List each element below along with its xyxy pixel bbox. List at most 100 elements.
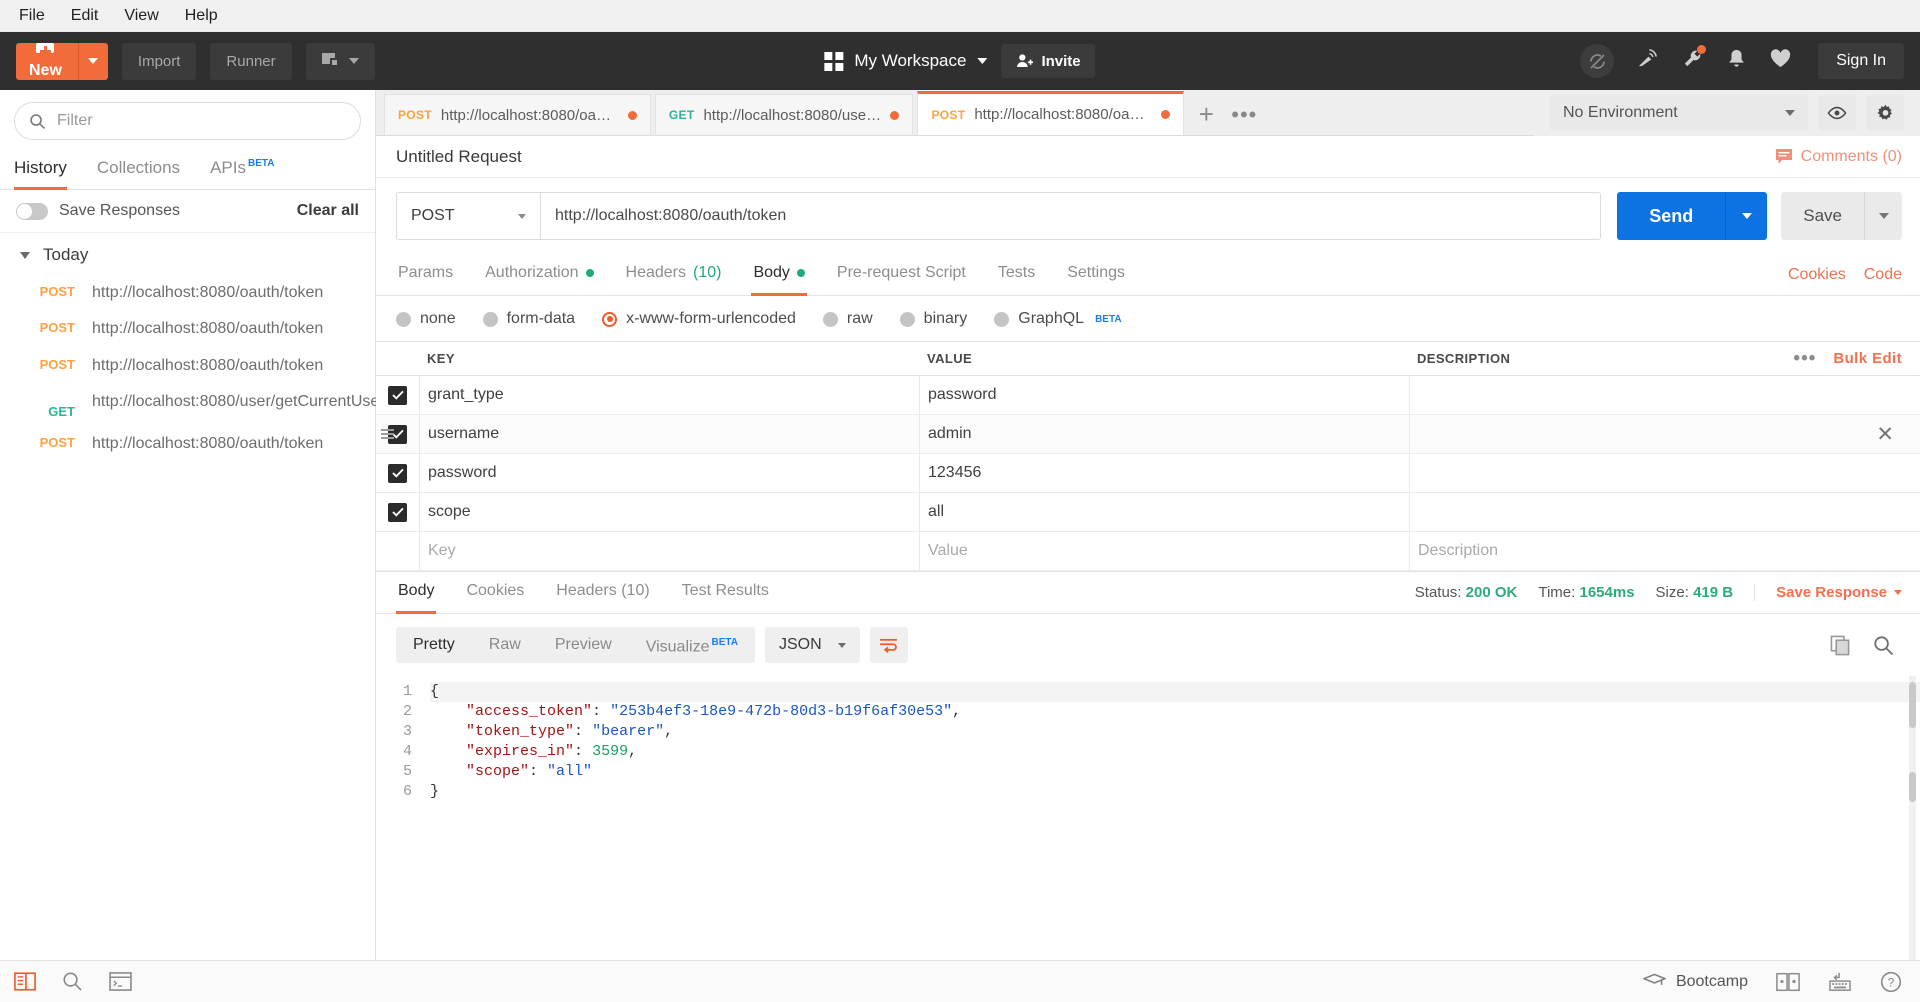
view-mode-preview[interactable]: Preview [538,627,629,663]
new-button[interactable]: New [16,42,108,80]
environment-quick-look-button[interactable] [1818,95,1856,131]
url-input[interactable] [540,192,1602,240]
console-icon[interactable] [109,972,132,991]
menu-edit[interactable]: Edit [60,4,110,28]
settings-gear-button[interactable] [1866,95,1904,131]
filter-input[interactable] [57,112,346,130]
tab-params[interactable]: Params [396,254,455,295]
scrollbar-thumb[interactable] [1909,682,1916,728]
sidebar-tab-history[interactable]: History [14,150,67,190]
tab-headers[interactable]: Headers (10) [624,254,724,295]
placeholder-key-cell[interactable]: Key [419,532,919,570]
code-link[interactable]: Code [1864,266,1902,284]
placeholder-description-cell[interactable]: Description [1409,532,1920,570]
new-button-main[interactable]: New [16,42,78,80]
response-language-selector[interactable]: JSON [764,627,860,663]
menu-view[interactable]: View [113,4,169,28]
save-response-button[interactable]: Save Response [1754,584,1902,601]
list-item[interactable]: POST http://localhost:8080/oauth/token [0,348,375,384]
new-button-dropdown[interactable] [77,42,108,80]
row-description-cell[interactable] [1409,493,1920,531]
row-checkbox-cell[interactable] [376,463,419,483]
bell-icon[interactable] [1726,48,1747,75]
invite-button[interactable]: Invite [1001,44,1096,78]
checkbox-checked-icon[interactable] [388,502,407,522]
menu-help[interactable]: Help [174,4,229,28]
response-tab-test-results[interactable]: Test Results [680,572,771,613]
checkbox-checked-icon[interactable] [388,463,407,483]
tab-pre-request-script[interactable]: Pre-request Script [835,254,968,295]
request-tab-1[interactable]: POST http://localhost:8080/oauth/to... [384,94,651,135]
tab-tests[interactable]: Tests [996,254,1037,295]
more-options-glyph[interactable]: ••• [1793,348,1816,370]
send-button[interactable]: Send [1617,192,1726,240]
row-description-cell[interactable] [1409,415,1920,453]
row-key-cell[interactable]: username [419,415,919,453]
view-mode-raw[interactable]: Raw [472,627,538,663]
sidebar-tab-collections[interactable]: Collections [97,150,180,189]
keyboard-shortcuts-icon[interactable] [1828,972,1852,992]
row-checkbox-cell[interactable] [376,385,419,405]
tab-authorization[interactable]: Authorization [483,254,595,295]
drag-handle-icon[interactable] [381,429,394,439]
response-json-code[interactable]: { "access_token": "253b4ef3-18e9-472b-80… [422,682,1920,960]
body-type-urlencoded[interactable]: x-www-form-urlencoded [602,310,796,328]
body-type-binary[interactable]: binary [899,310,967,328]
response-tab-cookies[interactable]: Cookies [464,572,526,613]
new-window-button[interactable] [305,42,375,80]
list-item[interactable]: GET http://localhost:8080/user/getCurren… [0,384,384,426]
tab-settings[interactable]: Settings [1065,254,1127,295]
row-checkbox-cell[interactable] [376,502,419,522]
response-body-viewer[interactable]: 1 2 3 4 5 6 { "access_token": "253b4ef3-… [376,676,1920,960]
bootcamp-button[interactable]: Bootcamp [1642,973,1748,991]
environment-selector[interactable]: No Environment [1550,95,1808,131]
table-row[interactable]: scope all [376,493,1920,532]
sidebar-tab-apis[interactable]: APIs BETA [210,150,274,189]
save-options-button[interactable] [1864,192,1902,240]
body-type-form-data[interactable]: form-data [482,310,575,328]
list-item[interactable]: POST http://localhost:8080/oauth/token [0,275,375,311]
menu-file[interactable]: File [8,4,56,28]
placeholder-value-cell[interactable]: Value [919,532,1409,570]
checkbox-checked-icon[interactable] [388,385,407,405]
response-tab-body[interactable]: Body [396,572,437,614]
body-type-raw[interactable]: raw [822,310,873,328]
view-mode-visualize[interactable]: Visualize BETA [629,625,755,665]
row-value-cell[interactable]: all [919,493,1409,531]
sync-off-icon[interactable] [1580,44,1615,78]
row-key-cell[interactable]: scope [419,493,919,531]
word-wrap-button[interactable] [869,627,908,663]
view-mode-pretty[interactable]: Pretty [396,627,472,663]
import-button[interactable]: Import [121,42,197,80]
row-description-cell[interactable] [1409,454,1920,492]
table-row[interactable]: password 123456 [376,454,1920,493]
list-item[interactable]: POST http://localhost:8080/oauth/token [0,311,375,347]
comments-button[interactable]: Comments (0) [1775,148,1902,166]
sidebar-toggle-icon[interactable] [14,972,36,991]
row-description-cell[interactable] [1409,376,1920,414]
row-value-cell[interactable]: admin [919,415,1409,453]
history-group-today[interactable]: Today [0,233,375,275]
two-pane-layout-icon[interactable] [1776,972,1800,992]
table-row[interactable]: grant_type password [376,376,1920,415]
row-key-cell[interactable]: grant_type [419,376,919,414]
filter-box[interactable] [14,102,361,140]
request-tab-2[interactable]: GET http://localhost:8080/user/getC... [654,94,914,135]
cookies-link[interactable]: Cookies [1788,266,1846,284]
delete-row-button[interactable]: ✕ [1876,424,1894,445]
copy-icon[interactable] [1830,635,1851,656]
row-value-cell[interactable]: 123456 [919,454,1409,492]
help-icon[interactable]: ? [1880,971,1902,993]
send-options-button[interactable] [1725,192,1768,240]
search-icon[interactable] [1873,635,1894,656]
list-item[interactable]: POST http://localhost:8080/oauth/token [0,426,375,462]
new-tab-button[interactable]: + [1188,94,1224,135]
wrench-icon[interactable] [1681,45,1707,75]
satellite-icon[interactable] [1636,47,1659,75]
workspace-selector[interactable]: My Workspace [824,51,988,71]
row-value-cell[interactable]: password [919,376,1409,414]
clear-all-button[interactable]: Clear all [297,202,359,220]
scrollbar-thumb-lower[interactable] [1909,772,1916,802]
body-type-graphql[interactable]: GraphQL BETA [994,310,1122,328]
save-responses-toggle[interactable] [16,202,48,220]
